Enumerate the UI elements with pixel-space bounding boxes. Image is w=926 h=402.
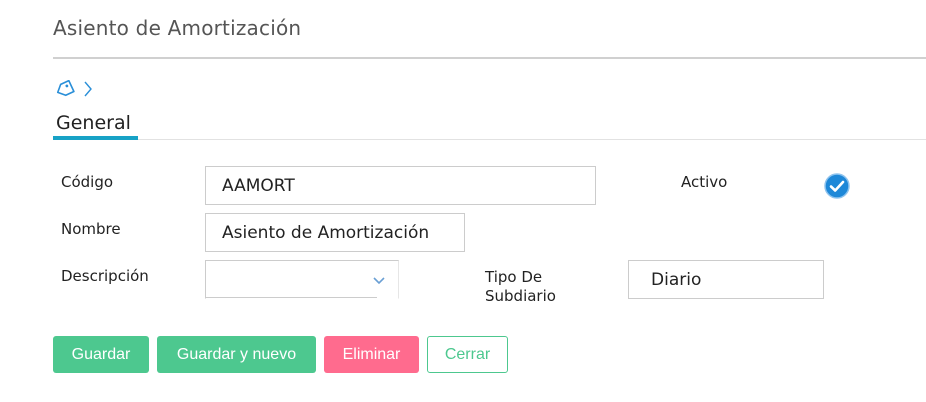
title-divider — [53, 57, 926, 59]
tab-active-indicator — [53, 136, 138, 140]
tipo-subdiario-label-line1: Tipo De — [485, 268, 543, 286]
descripcion-underline — [205, 297, 377, 298]
codigo-label: Código — [61, 173, 114, 191]
nombre-label: Nombre — [61, 220, 121, 238]
chevron-right-icon[interactable] — [83, 80, 93, 98]
descripcion-select[interactable] — [205, 260, 399, 299]
tag-icon[interactable] — [55, 80, 75, 98]
save-and-new-button[interactable]: Guardar y nuevo — [157, 336, 316, 373]
tab-general[interactable]: General — [53, 112, 138, 140]
activo-label: Activo — [681, 173, 728, 191]
check-circle-icon[interactable] — [824, 173, 850, 199]
tipo-subdiario-label: Tipo De Subdiario — [485, 268, 556, 306]
tipo-subdiario-value: Diario — [651, 270, 702, 290]
tab-divider — [138, 139, 926, 140]
codigo-value: AAMORT — [222, 176, 295, 196]
save-button[interactable]: Guardar — [53, 336, 149, 373]
tipo-subdiario-field[interactable]: Diario — [628, 260, 824, 299]
tipo-subdiario-label-line2: Subdiario — [485, 287, 556, 305]
page-title: Asiento de Amortización — [53, 16, 302, 40]
descripcion-label: Descripción — [61, 267, 149, 285]
close-button[interactable]: Cerrar — [427, 336, 508, 373]
breadcrumb — [55, 79, 93, 99]
codigo-field[interactable]: AAMORT — [205, 166, 596, 205]
tab-general-label: General — [56, 112, 131, 134]
nombre-value: Asiento de Amortización — [222, 223, 430, 243]
chevron-down-icon[interactable] — [372, 273, 386, 290]
nombre-field[interactable]: Asiento de Amortización — [205, 213, 465, 252]
delete-button[interactable]: Eliminar — [324, 336, 419, 373]
